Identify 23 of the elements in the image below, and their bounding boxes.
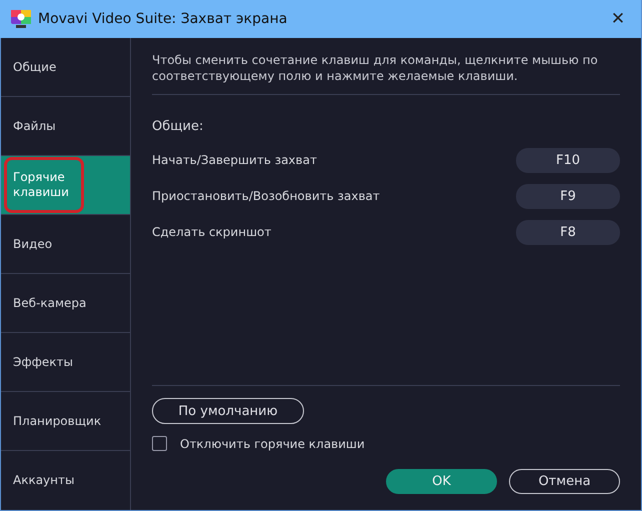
sidebar-item[interactable]: Эффекты — [1, 333, 130, 392]
cancel-button[interactable]: Отмена — [509, 469, 620, 494]
hotkey-label: Приостановить/Возобновить захват — [152, 189, 380, 203]
ok-button[interactable]: OK — [386, 469, 497, 494]
hotkey-label: Начать/Завершить захват — [152, 153, 317, 167]
sidebar-item[interactable]: Веб-камера — [1, 274, 130, 333]
checkbox-label: Отключить горячие клавиши — [180, 436, 365, 450]
default-button[interactable]: По умолчанию — [152, 398, 304, 424]
sidebar-item[interactable]: Общие — [1, 38, 130, 97]
hotkey-label: Сделать скриншот — [152, 225, 272, 239]
instruction-text: Чтобы сменить сочетание клавиш для команды, щелкните мышью по соответствующему полю и нажмите желаемые клавиши. — [152, 52, 620, 95]
hotkey-field[interactable]: F8 — [516, 220, 620, 244]
section-heading: Общие: — [152, 119, 204, 134]
hotkey-field[interactable]: F10 — [516, 148, 620, 172]
hotkey-field[interactable]: F9 — [516, 184, 620, 208]
sidebar-item[interactable]: Видео — [1, 215, 130, 274]
sidebar-item[interactable]: Аккаунты — [1, 451, 130, 510]
window-title: Movavi Video Suite: Захват экрана — [38, 11, 288, 27]
app-logo-icon — [10, 9, 32, 29]
sidebar-item[interactable]: Планировщик — [1, 392, 130, 451]
sidebar-item[interactable]: Горячие клавиши — [1, 156, 130, 215]
checkbox[interactable] — [152, 436, 167, 451]
close-button[interactable]: ✕ — [603, 4, 633, 34]
